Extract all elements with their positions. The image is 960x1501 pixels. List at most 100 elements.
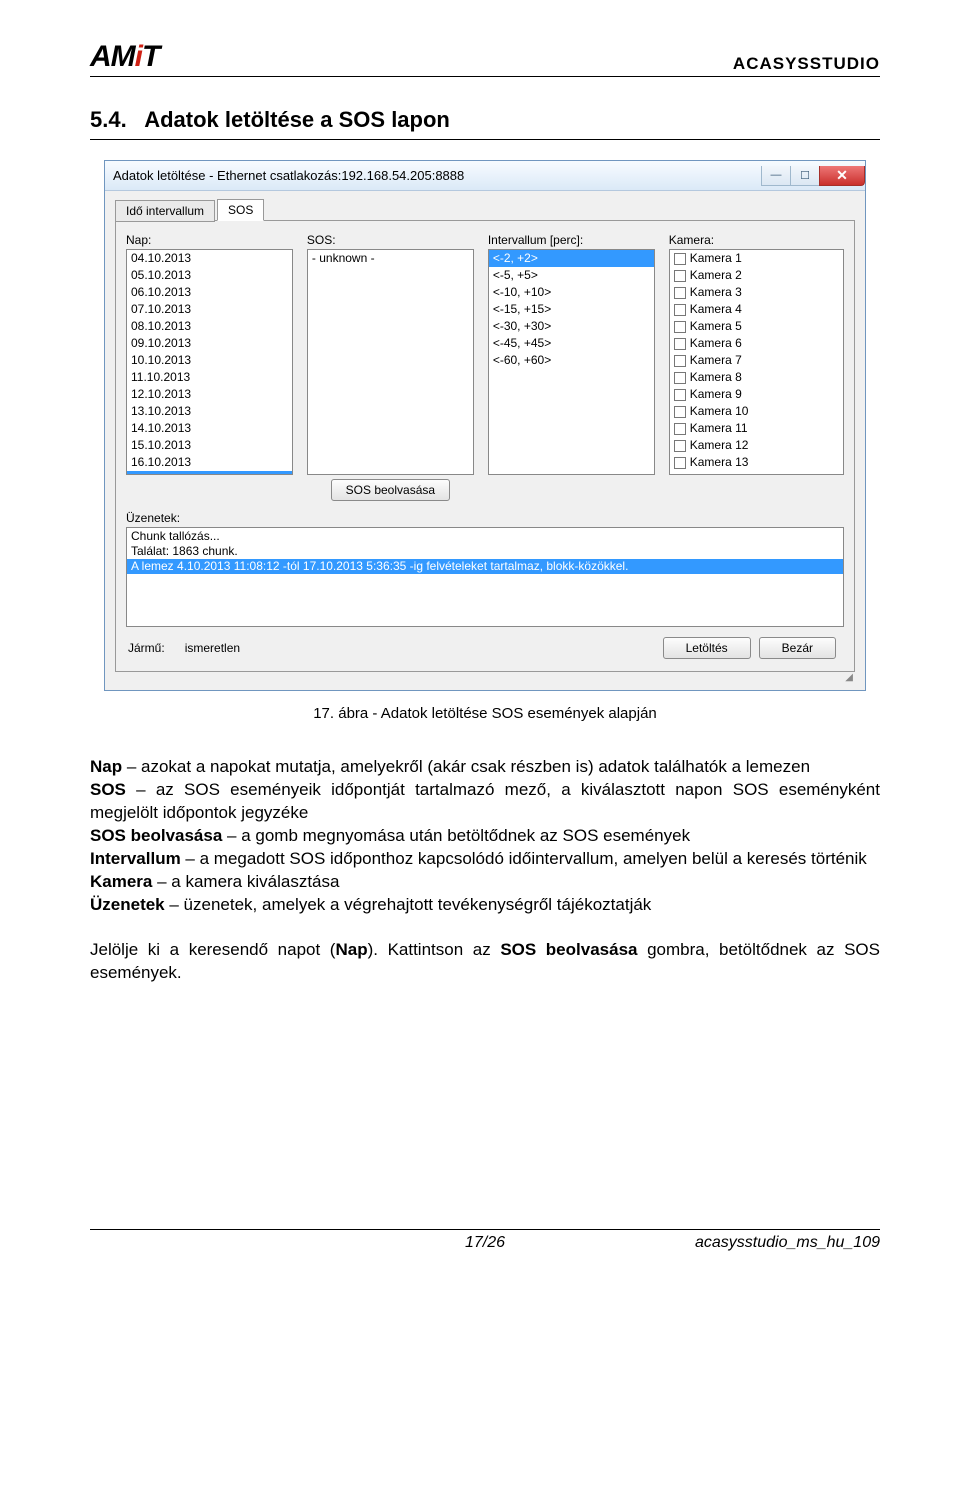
checkbox-icon[interactable] <box>674 304 686 316</box>
list-item[interactable]: 13.10.2013 <box>127 403 292 420</box>
list-item-label: Kamera 2 <box>690 268 742 283</box>
checkbox-icon[interactable] <box>674 406 686 418</box>
nap-listbox[interactable]: 04.10.201305.10.201306.10.201307.10.2013… <box>126 249 293 475</box>
label-jarmu: Jármű: <box>128 641 165 655</box>
sos-listbox[interactable]: - unknown - <box>307 249 474 475</box>
list-item[interactable]: <-30, +30> <box>489 318 654 335</box>
term-interval: Intervallum <box>90 849 181 868</box>
sos-read-button[interactable]: SOS beolvasása <box>331 479 450 501</box>
doc-id: acasysstudio_ms_hu_109 <box>619 1234 880 1252</box>
window-title: Adatok letöltése - Ethernet csatlakozás:… <box>113 168 464 183</box>
logo: AMiT <box>90 40 159 74</box>
page-footer: 17/26 acasysstudio_ms_hu_109 <box>90 1229 880 1252</box>
tab-sos[interactable]: SOS <box>217 199 264 221</box>
list-item[interactable]: 16.10.2013 <box>127 454 292 471</box>
checkbox-icon[interactable] <box>674 321 686 333</box>
jarmu-value: ismeretlen <box>185 641 240 655</box>
list-item[interactable]: <-10, +10> <box>489 284 654 301</box>
list-item[interactable]: Kamera 5 <box>670 318 843 335</box>
term-sos: SOS <box>90 780 126 799</box>
list-item-label: Kamera 12 <box>690 438 749 453</box>
list-item[interactable]: <-15, +15> <box>489 301 654 318</box>
list-item-label: Kamera 7 <box>690 353 742 368</box>
label-interval: Intervallum [perc]: <box>488 233 655 247</box>
list-item[interactable]: 11.10.2013 <box>127 369 292 386</box>
list-item[interactable]: Kamera 12 <box>670 437 843 454</box>
minimize-button[interactable]: — <box>761 166 791 186</box>
download-button[interactable]: Letöltés <box>663 637 751 659</box>
list-item[interactable]: Kamera 8 <box>670 369 843 386</box>
checkbox-icon[interactable] <box>674 355 686 367</box>
list-item[interactable]: 17.10.2013 <box>127 471 292 475</box>
list-item[interactable]: - unknown - <box>308 250 473 267</box>
page-number: 17/26 <box>351 1234 620 1252</box>
list-item[interactable]: 07.10.2013 <box>127 301 292 318</box>
list-item[interactable]: <-60, +60> <box>489 352 654 369</box>
list-item[interactable]: 14.10.2013 <box>127 420 292 437</box>
titlebar: Adatok letöltése - Ethernet csatlakozás:… <box>105 161 865 191</box>
checkbox-icon[interactable] <box>674 372 686 384</box>
list-item[interactable]: Kamera 2 <box>670 267 843 284</box>
checkbox-icon[interactable] <box>674 287 686 299</box>
list-item[interactable]: 15.10.2013 <box>127 437 292 454</box>
list-item-label: Kamera 1 <box>690 251 742 266</box>
message-line: Chunk tallózás... <box>127 529 843 544</box>
list-item-label: Kamera 4 <box>690 302 742 317</box>
close-dialog-button[interactable]: Bezár <box>759 637 836 659</box>
list-item-label: Kamera 11 <box>690 421 748 436</box>
list-item-label: Kamera 5 <box>690 319 742 334</box>
list-item[interactable]: Kamera 11 <box>670 420 843 437</box>
logo-dot: i <box>135 40 142 74</box>
list-item-label: Kamera 6 <box>690 336 742 351</box>
list-item[interactable]: Kamera 4 <box>670 301 843 318</box>
maximize-button[interactable]: ☐ <box>790 166 820 186</box>
def-kamera: – a kamera kiválasztása <box>152 872 339 891</box>
list-item[interactable]: Kamera 1 <box>670 250 843 267</box>
checkbox-icon[interactable] <box>674 440 686 452</box>
checkbox-icon[interactable] <box>674 457 686 469</box>
instr-nap: Nap <box>335 940 367 959</box>
def-sos: – az SOS eseményeik időpontját tartalmaz… <box>90 780 880 822</box>
list-item[interactable]: 10.10.2013 <box>127 352 292 369</box>
list-item[interactable]: Kamera 10 <box>670 403 843 420</box>
page-header: AMiT ACASYSSTUDIO <box>90 40 880 77</box>
list-item[interactable]: <-45, +45> <box>489 335 654 352</box>
list-item[interactable]: Kamera 7 <box>670 352 843 369</box>
checkbox-icon[interactable] <box>674 270 686 282</box>
list-item[interactable]: Kamera 3 <box>670 284 843 301</box>
dialog-window: Adatok letöltése - Ethernet csatlakozás:… <box>104 160 866 691</box>
label-uzenetek: Üzenetek: <box>126 511 844 525</box>
checkbox-icon[interactable] <box>674 423 686 435</box>
list-item-label: Kamera 13 <box>690 455 749 470</box>
list-item[interactable]: 08.10.2013 <box>127 318 292 335</box>
instr-sos: SOS beolvasása <box>500 940 637 959</box>
logo-text: AM <box>90 40 135 74</box>
list-item[interactable]: Kamera 9 <box>670 386 843 403</box>
checkbox-icon[interactable] <box>674 338 686 350</box>
list-item[interactable]: 04.10.2013 <box>127 250 292 267</box>
checkbox-icon[interactable] <box>674 389 686 401</box>
tab-ido-intervallum[interactable]: Idő intervallum <box>115 200 215 222</box>
messages-listbox[interactable]: Chunk tallózás... Találat: 1863 chunk. A… <box>126 527 844 627</box>
tab-strip: Idő intervallum SOS <box>115 199 855 221</box>
list-item[interactable]: 12.10.2013 <box>127 386 292 403</box>
list-item[interactable]: 06.10.2013 <box>127 284 292 301</box>
list-item[interactable]: <-5, +5> <box>489 267 654 284</box>
list-item[interactable]: Kamera 6 <box>670 335 843 352</box>
instr-1: Jelölje ki a keresendő napot ( <box>90 940 335 959</box>
description: Nap – azokat a napokat mutatja, amelyekr… <box>90 756 880 984</box>
resize-grip-icon[interactable]: ◢ <box>115 674 855 682</box>
list-item[interactable]: 05.10.2013 <box>127 267 292 284</box>
list-item[interactable]: Kamera 13 <box>670 454 843 471</box>
section-heading: 5.4. Adatok letöltése a SOS lapon <box>90 107 880 140</box>
label-kamera: Kamera: <box>669 233 844 247</box>
def-nap: – azokat a napokat mutatja, amelyekről (… <box>122 757 810 776</box>
kamera-listbox[interactable]: Kamera 1 Kamera 2Kamera 3Kamera 4 Kamera 5… <box>669 249 844 475</box>
interval-listbox[interactable]: <-2, +2><-5, +5><-10, +10><-15, +15><-30… <box>488 249 655 475</box>
list-item[interactable]: <-2, +2> <box>489 250 654 267</box>
list-item-label: Kamera 9 <box>690 387 742 402</box>
close-button[interactable]: ✕ <box>819 166 865 186</box>
checkbox-icon[interactable] <box>674 253 686 265</box>
label-nap: Nap: <box>126 233 293 247</box>
list-item[interactable]: 09.10.2013 <box>127 335 292 352</box>
